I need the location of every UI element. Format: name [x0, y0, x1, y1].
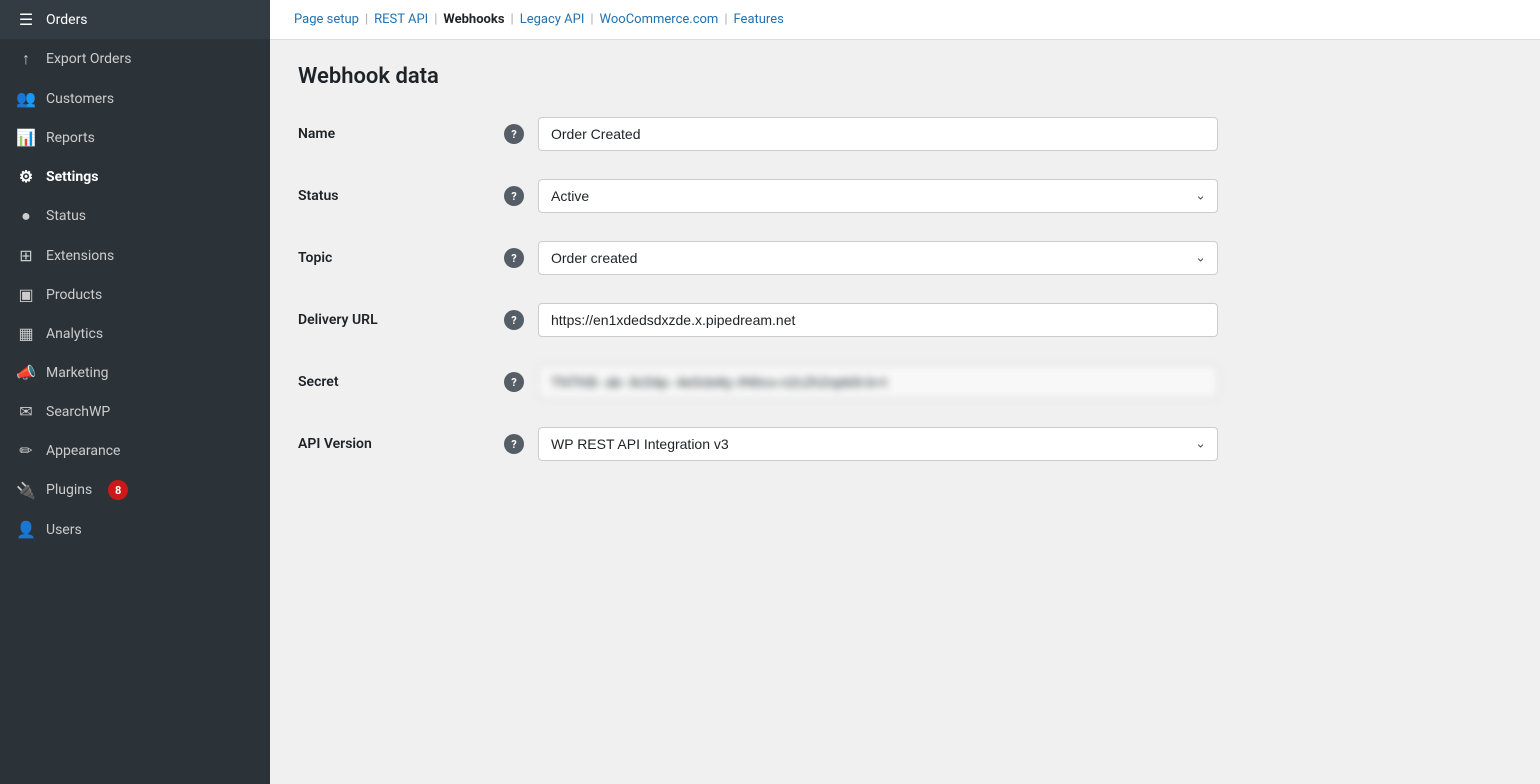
- delivery-url-input[interactable]: [538, 303, 1218, 337]
- products-icon: ▣: [16, 285, 36, 304]
- sidebar-item-settings[interactable]: ⚙ Settings: [0, 157, 270, 196]
- status-icon: ●: [16, 206, 36, 226]
- secret-control: [538, 365, 1218, 399]
- topic-label: Topic: [298, 250, 498, 266]
- secret-input[interactable]: [538, 365, 1218, 399]
- sidebar-label-appearance: Appearance: [46, 443, 120, 459]
- customers-icon: 👥: [16, 89, 36, 108]
- export-orders-icon: ↑: [16, 49, 36, 69]
- secret-help[interactable]: ?: [498, 372, 530, 392]
- sidebar-label-export-orders: Export Orders: [46, 51, 131, 67]
- nav-sep-4: |: [590, 12, 593, 27]
- nav-sep-5: |: [724, 12, 727, 27]
- status-help-icon[interactable]: ?: [504, 186, 524, 206]
- name-help[interactable]: ?: [498, 124, 530, 144]
- plugins-badge: 8: [108, 480, 128, 500]
- sidebar-item-plugins[interactable]: 🔌 Plugins 8: [0, 470, 270, 510]
- nav-link-features[interactable]: Features: [734, 12, 784, 27]
- users-icon: 👤: [16, 520, 36, 539]
- sidebar-item-customers[interactable]: 👥 Customers: [0, 79, 270, 118]
- nav-link-webhooks: Webhooks: [443, 12, 504, 27]
- searchwp-icon: ✉: [16, 402, 36, 421]
- settings-icon: ⚙: [16, 167, 36, 186]
- form-row-api-version: API Version ? WP REST API Integration v3…: [298, 427, 1512, 461]
- delivery-url-help[interactable]: ?: [498, 310, 530, 330]
- sidebar-label-plugins: Plugins: [46, 482, 92, 498]
- appearance-icon: ✏: [16, 441, 36, 460]
- form-row-secret: Secret ?: [298, 365, 1512, 399]
- name-control: [538, 117, 1218, 151]
- form-row-name: Name ?: [298, 117, 1512, 151]
- nav-link-rest-api[interactable]: REST API: [374, 12, 428, 27]
- status-help[interactable]: ?: [498, 186, 530, 206]
- sidebar-label-customers: Customers: [46, 91, 114, 107]
- reports-icon: 📊: [16, 128, 36, 147]
- marketing-icon: 📣: [16, 363, 36, 382]
- status-label: Status: [298, 188, 498, 204]
- sidebar-item-status[interactable]: ● Status: [0, 196, 270, 236]
- sidebar-label-marketing: Marketing: [46, 365, 109, 381]
- form-row-delivery-url: Delivery URL ?: [298, 303, 1512, 337]
- sidebar-item-users[interactable]: 👤 Users: [0, 510, 270, 549]
- orders-icon: ☰: [16, 10, 36, 29]
- sidebar-item-extensions[interactable]: ⊞ Extensions: [0, 236, 270, 275]
- api-version-help-icon[interactable]: ?: [504, 434, 524, 454]
- sidebar-label-reports: Reports: [46, 130, 95, 146]
- nav-link-woocommerce[interactable]: WooCommerce.com: [600, 12, 719, 27]
- delivery-url-help-icon[interactable]: ?: [504, 310, 524, 330]
- sidebar: ☰ Orders ↑ Export Orders 👥 Customers 📊 Reports ⚙…: [0, 0, 270, 784]
- top-nav: Page setup | REST API | Webhooks | Legacy API |…: [270, 0, 1540, 40]
- topic-select-wrap: Order createdOrder updatedOrder deletedC…: [538, 241, 1218, 275]
- content-area: Webhook data Name ? Status ? ActivePause…: [270, 40, 1540, 784]
- api-version-select[interactable]: WP REST API Integration v3WP REST API In…: [538, 427, 1218, 461]
- delivery-url-label: Delivery URL: [298, 312, 498, 328]
- sidebar-item-reports[interactable]: 📊 Reports: [0, 118, 270, 157]
- secret-help-icon[interactable]: ?: [504, 372, 524, 392]
- topic-help-icon[interactable]: ?: [504, 248, 524, 268]
- sidebar-label-users: Users: [46, 522, 82, 538]
- main-content: Page setup | REST API | Webhooks | Legacy API |…: [270, 0, 1540, 784]
- name-label: Name: [298, 126, 498, 142]
- sidebar-label-extensions: Extensions: [46, 248, 114, 264]
- name-input[interactable]: [538, 117, 1218, 151]
- topic-help[interactable]: ?: [498, 248, 530, 268]
- sidebar-label-products: Products: [46, 287, 102, 303]
- api-version-help[interactable]: ?: [498, 434, 530, 454]
- sidebar-label-searchwp: SearchWP: [46, 404, 110, 420]
- sidebar-label-analytics: Analytics: [46, 326, 103, 342]
- nav-link-page-setup[interactable]: Page setup: [294, 12, 359, 27]
- nav-sep-3: |: [511, 12, 514, 27]
- sidebar-item-export-orders[interactable]: ↑ Export Orders: [0, 39, 270, 79]
- sidebar-item-orders[interactable]: ☰ Orders: [0, 0, 270, 39]
- nav-link-legacy-api[interactable]: Legacy API: [520, 12, 585, 27]
- extensions-icon: ⊞: [16, 246, 36, 265]
- status-select[interactable]: ActivePausedDisabled: [538, 179, 1218, 213]
- form-row-status: Status ? ActivePausedDisabled ⌄: [298, 179, 1512, 213]
- analytics-icon: ▦: [16, 324, 36, 343]
- name-help-icon[interactable]: ?: [504, 124, 524, 144]
- form-row-topic: Topic ? Order createdOrder updatedOrder …: [298, 241, 1512, 275]
- nav-sep-2: |: [434, 12, 437, 27]
- plugins-icon: 🔌: [16, 481, 36, 500]
- sidebar-label-orders: Orders: [46, 12, 88, 28]
- page-title: Webhook data: [298, 64, 1512, 89]
- sidebar-label-settings: Settings: [46, 169, 98, 185]
- api-version-select-wrap: WP REST API Integration v3WP REST API In…: [538, 427, 1218, 461]
- sidebar-item-products[interactable]: ▣ Products: [0, 275, 270, 314]
- api-version-label: API Version: [298, 436, 498, 452]
- sidebar-item-marketing[interactable]: 📣 Marketing: [0, 353, 270, 392]
- status-select-wrap: ActivePausedDisabled ⌄: [538, 179, 1218, 213]
- secret-label: Secret: [298, 374, 498, 390]
- delivery-url-control: [538, 303, 1218, 337]
- topic-select[interactable]: Order createdOrder updatedOrder deletedC…: [538, 241, 1218, 275]
- sidebar-item-searchwp[interactable]: ✉ SearchWP: [0, 392, 270, 431]
- sidebar-label-status: Status: [46, 208, 86, 224]
- sidebar-item-analytics[interactable]: ▦ Analytics: [0, 314, 270, 353]
- nav-sep-1: |: [365, 12, 368, 27]
- sidebar-item-appearance[interactable]: ✏ Appearance: [0, 431, 270, 470]
